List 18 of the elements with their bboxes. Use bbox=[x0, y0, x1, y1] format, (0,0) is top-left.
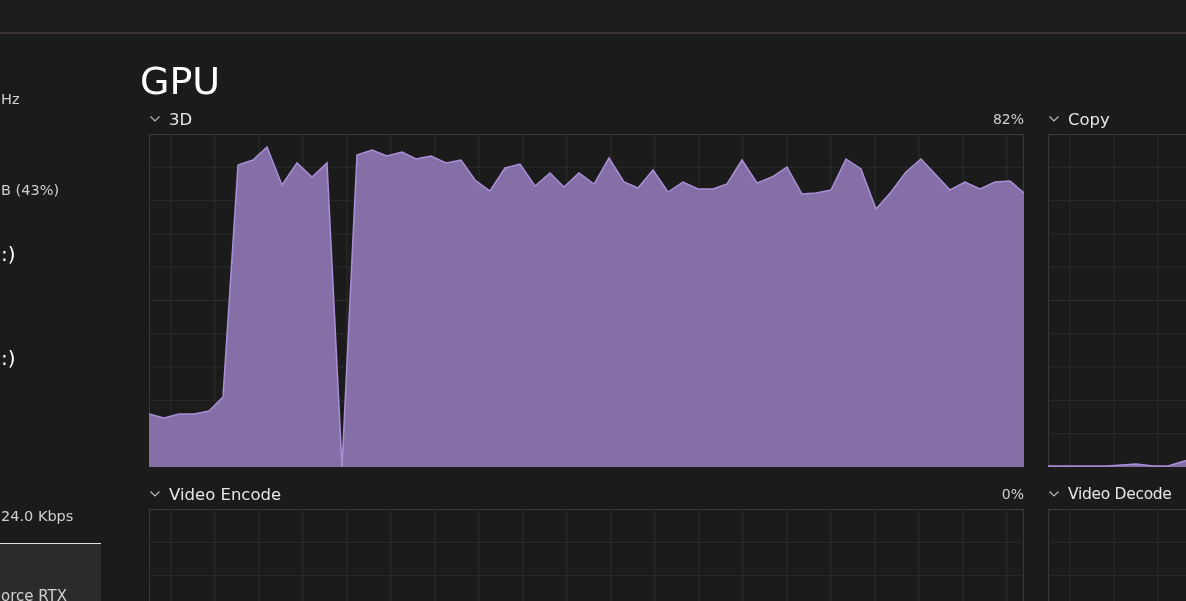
selected-sidebar-item[interactable]: orce RTX bbox=[0, 543, 101, 601]
sidebar-item-detail[interactable]: 24.0 Kbps bbox=[1, 508, 74, 524]
chevron-down-icon[interactable] bbox=[1049, 491, 1059, 497]
sidebar-item-detail[interactable]: B (43%) bbox=[1, 182, 60, 198]
sidebar-item-detail[interactable]: orce RTX bbox=[1, 587, 68, 601]
sidebar-item-title[interactable]: :) bbox=[1, 242, 16, 266]
sidebar-item-detail[interactable]: Hz bbox=[1, 91, 20, 107]
engine-name: Video Decode bbox=[1068, 485, 1172, 503]
engine-name: 3D bbox=[169, 109, 193, 129]
chevron-down-icon[interactable] bbox=[150, 491, 160, 497]
chevron-down-icon[interactable] bbox=[150, 116, 160, 122]
sidebar-item-title[interactable]: :) bbox=[1, 346, 16, 370]
engine-name: Copy bbox=[1068, 109, 1110, 129]
engine-name: Video Encode bbox=[169, 484, 282, 504]
utilization-reading: 82% bbox=[992, 111, 1024, 127]
page-title: GPU bbox=[140, 58, 222, 105]
utilization-reading: 0% bbox=[1001, 486, 1024, 502]
chevron-down-icon[interactable] bbox=[1049, 116, 1059, 122]
